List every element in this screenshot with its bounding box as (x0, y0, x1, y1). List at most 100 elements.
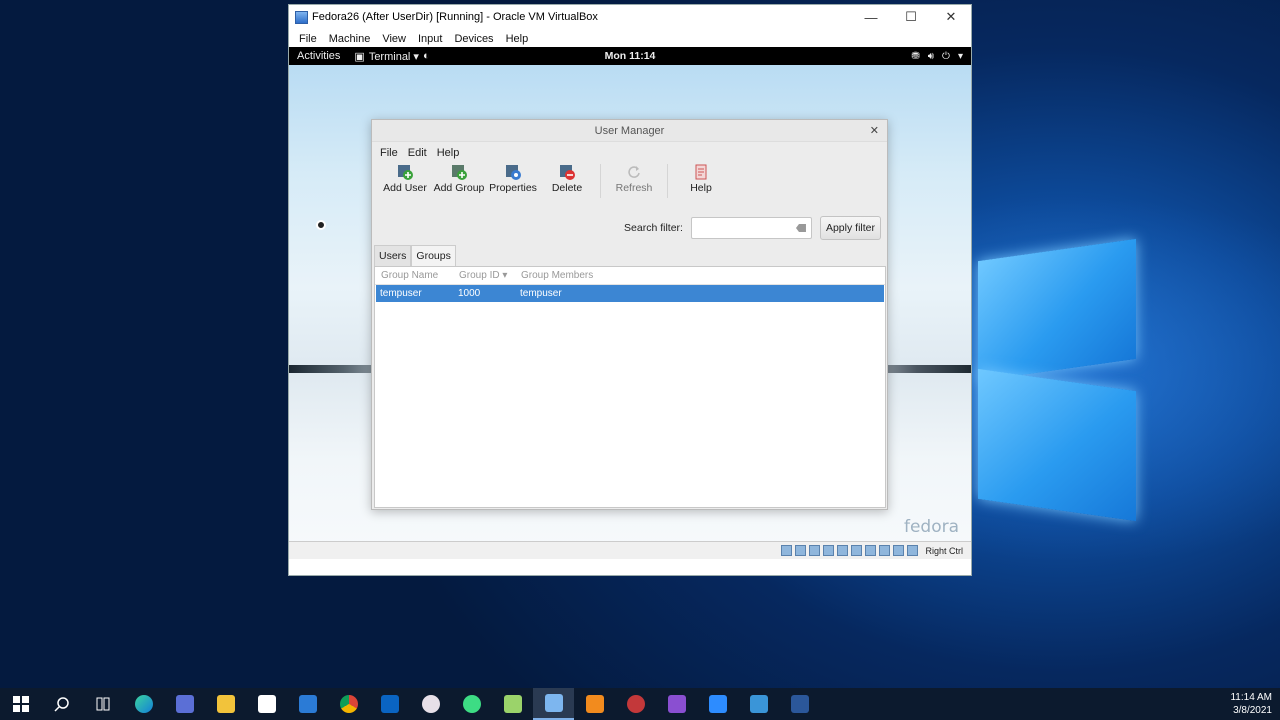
menu-machine[interactable]: Machine (323, 33, 377, 45)
network-app-icon[interactable] (164, 688, 205, 720)
properties-button[interactable]: Properties (486, 164, 540, 194)
menu-view[interactable]: View (376, 33, 412, 45)
user-manager-window: User Manager ✕ File Edit Help Add User A… (371, 119, 888, 510)
network-status-icon[interactable] (823, 545, 835, 556)
tab-users[interactable]: Users (374, 245, 412, 266)
maximize-button[interactable]: ☐ (891, 5, 931, 29)
fedora-watermark: fedora (903, 517, 959, 537)
cell-group-name: tempuser (380, 288, 422, 299)
minimize-button[interactable]: — (851, 5, 891, 29)
um-menu-file[interactable]: File (375, 147, 403, 159)
vbox-menubar: File Machine View Input Devices Help (289, 29, 971, 49)
app-menu-label: Terminal ▾ (368, 50, 419, 63)
properties-icon (505, 164, 521, 180)
vbox-statusbar: Right Ctrl (289, 541, 971, 559)
outlook-icon[interactable] (369, 688, 410, 720)
taskbar-clock[interactable]: 11:14 AM 3/8/2021 (1230, 688, 1272, 720)
refresh-button[interactable]: Refresh (607, 164, 661, 194)
menu-devices[interactable]: Devices (448, 33, 499, 45)
app-icon-2[interactable] (492, 688, 533, 720)
add-group-button[interactable]: Add Group (432, 164, 486, 194)
clock[interactable]: Mon 11:14 (605, 50, 656, 62)
audio-icon[interactable] (809, 545, 821, 556)
app-icon[interactable] (410, 688, 451, 720)
cell-group-id: 1000 (458, 288, 481, 299)
groups-table: Group Name Group ID ▾ Group Members temp… (374, 266, 886, 508)
menu-file[interactable]: File (293, 33, 323, 45)
sublime-icon[interactable] (574, 688, 615, 720)
spinner-icon: ◐ (422, 50, 430, 62)
clear-icon[interactable] (795, 224, 806, 232)
um-tabs: Users Groups (374, 245, 456, 266)
photos-icon[interactable] (738, 688, 779, 720)
hdd-icon[interactable] (781, 545, 793, 556)
um-menu-edit[interactable]: Edit (403, 147, 432, 159)
um-close-icon[interactable]: ✕ (870, 124, 879, 137)
mouse-cursor (316, 220, 326, 230)
usb-icon[interactable] (837, 545, 849, 556)
help-button[interactable]: Help (674, 164, 728, 194)
add-group-icon (451, 164, 467, 180)
properties-label: Properties (489, 182, 537, 194)
search-icon[interactable] (41, 688, 82, 720)
virtualbox-taskbar-icon[interactable] (533, 688, 574, 720)
cell-group-members: tempuser (520, 288, 562, 299)
delete-button[interactable]: Delete (540, 164, 594, 194)
task-view-icon[interactable] (82, 688, 123, 720)
help-icon (693, 164, 709, 180)
add-user-label: Add User (383, 182, 427, 194)
taskbar-date: 3/8/2021 (1233, 705, 1272, 716)
android-studio-icon[interactable] (451, 688, 492, 720)
refresh-label: Refresh (615, 182, 653, 194)
add-user-button[interactable]: Add User (378, 164, 432, 194)
menu-help[interactable]: Help (500, 33, 535, 45)
shared-folder-icon[interactable] (851, 545, 863, 556)
file-explorer-icon[interactable] (205, 688, 246, 720)
store-icon[interactable] (246, 688, 287, 720)
um-menu-help[interactable]: Help (432, 147, 465, 159)
power-icon: ⏻ (942, 50, 950, 62)
volume-icon: 🔊︎ (927, 50, 935, 62)
word-icon[interactable] (779, 688, 820, 720)
vbox-titlebar: Fedora26 (After UserDir) [Running] - Ora… (289, 5, 971, 29)
col-group-id[interactable]: Group ID ▾ (453, 270, 515, 281)
col-group-members[interactable]: Group Members (515, 270, 715, 281)
table-row[interactable]: tempuser 1000 tempuser (376, 285, 884, 302)
mouse-integration-icon[interactable] (907, 545, 919, 556)
system-tray[interactable]: ⛃ 🔊︎ ⏻ ▾ (911, 51, 963, 62)
optical-icon[interactable] (795, 545, 807, 556)
search-filter-row: Search filter: Apply filter (624, 216, 881, 240)
zoom-icon[interactable] (697, 688, 738, 720)
display-icon[interactable] (865, 545, 877, 556)
um-toolbar: Add User Add Group Properties Delete Ref… (372, 164, 887, 204)
windows-taskbar: 11:14 AM 3/8/2021 (0, 688, 1280, 720)
tab-groups[interactable]: Groups (411, 245, 456, 266)
app-icon-3[interactable] (615, 688, 656, 720)
add-group-label: Add Group (433, 182, 485, 194)
network-icon: ⛃ (911, 50, 920, 62)
search-filter-input[interactable] (690, 217, 812, 239)
help-label: Help (690, 182, 712, 194)
visual-studio-icon[interactable] (656, 688, 697, 720)
close-button[interactable]: ✕ (931, 5, 971, 29)
add-user-icon (397, 164, 413, 180)
app-menu[interactable]: ▣ Terminal ▾ ◐ (348, 50, 429, 63)
cpu-icon[interactable] (893, 545, 905, 556)
delete-icon (559, 164, 575, 180)
host-key-label: Right Ctrl (925, 545, 963, 556)
chevron-down-icon: ▾ (957, 50, 963, 62)
gnome-top-bar: Activities ▣ Terminal ▾ ◐ Mon 11:14 ⛃ 🔊︎… (289, 47, 971, 65)
mail-icon[interactable] (287, 688, 328, 720)
um-title-text: User Manager (594, 124, 665, 137)
chrome-icon[interactable] (328, 688, 369, 720)
recording-icon[interactable] (879, 545, 891, 556)
col-group-name[interactable]: Group Name (375, 270, 453, 281)
start-button[interactable] (0, 688, 41, 720)
toolbar-separator (667, 164, 668, 198)
delete-label: Delete (551, 182, 583, 194)
um-titlebar: User Manager ✕ (372, 120, 887, 142)
activities-button[interactable]: Activities (289, 50, 348, 62)
menu-input[interactable]: Input (412, 33, 448, 45)
apply-filter-button[interactable]: Apply filter (819, 216, 881, 240)
edge-icon[interactable] (123, 688, 164, 720)
